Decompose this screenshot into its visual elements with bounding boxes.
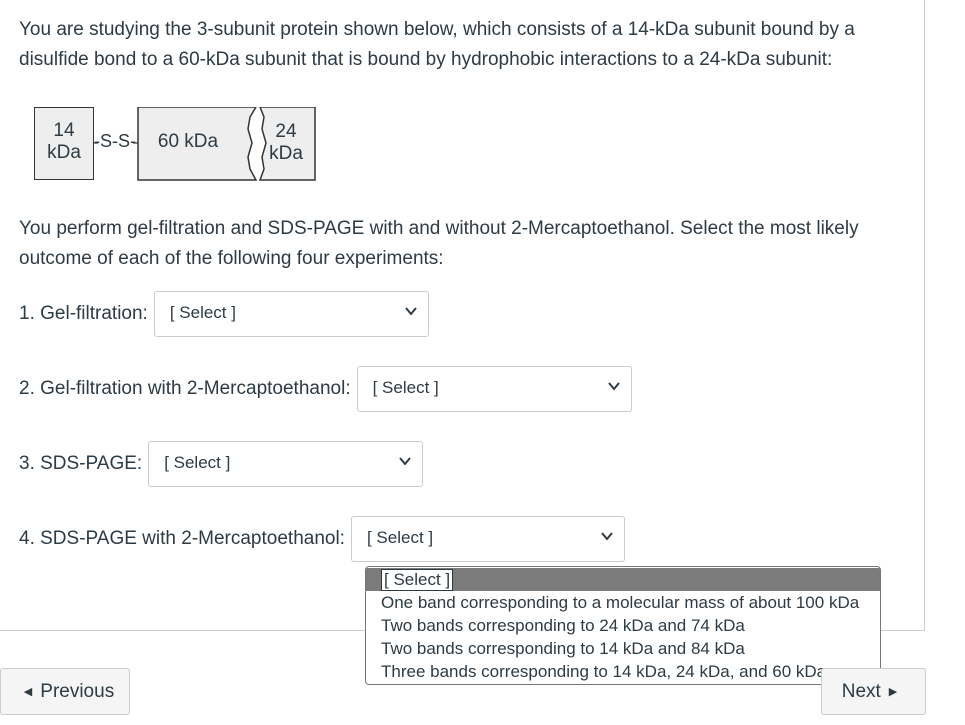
chevron-down-icon	[405, 307, 417, 316]
subunit-24kda-unit: kDa	[269, 143, 303, 164]
question-3-select-value: [ Select ]	[164, 453, 231, 472]
dropdown-option[interactable]: Two bands corresponding to 24 kDa and 74…	[366, 614, 880, 637]
triangle-left-icon: ◀	[23, 686, 33, 698]
dropdown-option[interactable]: One band corresponding to a molecular ma…	[366, 591, 880, 614]
previous-button-label: Previous	[40, 680, 115, 702]
dropdown-option-select[interactable]: [ Select ]	[366, 568, 880, 591]
disulfide-bond-label: -S-S-	[94, 131, 136, 151]
question-1: 1. Gel-filtration: [ Select ]	[19, 290, 429, 338]
quiz-page: You are studying the 3-subunit protein s…	[0, 0, 965, 725]
next-button-label: Next	[841, 680, 881, 702]
chevron-down-icon	[399, 457, 411, 466]
subunit-14kda-mass: 14	[53, 120, 75, 141]
subunit-24kda: 24 kDa	[256, 121, 316, 165]
subunit-14kda: 14 kDa	[34, 107, 94, 180]
protein-diagram: 14 kDa -S-S- 60 kDa 24 kDa	[34, 107, 324, 183]
subunit-24kda-mass: 24	[275, 121, 297, 142]
question-2-select-value: [ Select ]	[372, 378, 439, 397]
question-3: 3. SDS-PAGE: [ Select ]	[19, 440, 424, 488]
question-4: 4. SDS-PAGE with 2-Mercaptoethanol: [ Se…	[19, 515, 625, 563]
previous-button[interactable]: ◀ Previous	[0, 668, 130, 715]
dropdown-option[interactable]: Two bands corresponding to 14 kDa and 84…	[366, 637, 880, 660]
question-3-label: 3. SDS-PAGE:	[19, 453, 143, 474]
question-1-label: 1. Gel-filtration:	[19, 303, 148, 324]
question-4-select-value: [ Select ]	[366, 528, 434, 547]
chevron-down-icon	[601, 532, 613, 541]
question-2-select[interactable]: [ Select ]	[356, 366, 632, 412]
question-4-dropdown-list: [ Select ] One band corresponding to a m…	[365, 566, 881, 685]
question-instructions: You perform gel-filtration and SDS-PAGE …	[19, 218, 859, 269]
content-right-border	[924, 0, 925, 630]
question-4-label: 4. SDS-PAGE with 2-Mercaptoethanol:	[19, 528, 345, 549]
question-1-select[interactable]: [ Select ]	[153, 291, 429, 337]
question-4-select[interactable]: [ Select ]	[350, 516, 625, 562]
question-2: 2. Gel-filtration with 2-Mercaptoethanol…	[19, 365, 632, 413]
subunit-14kda-unit: kDa	[47, 142, 81, 163]
dropdown-option-select-text: [ Select ]	[381, 569, 454, 591]
dropdown-option[interactable]: Three bands corresponding to 14 kDa, 24 …	[366, 660, 880, 683]
triangle-right-icon: ▶	[888, 686, 898, 698]
subunit-60kda-label: 60 kDa	[157, 131, 219, 152]
question-2-label: 2. Gel-filtration with 2-Mercaptoethanol…	[19, 378, 351, 399]
question-intro: You are studying the 3-subunit protein s…	[19, 19, 855, 70]
question-1-select-value: [ Select ]	[169, 303, 236, 322]
chevron-down-icon	[607, 382, 620, 391]
question-3-select[interactable]: [ Select ]	[148, 441, 424, 487]
next-button[interactable]: Next ▶	[821, 668, 926, 715]
